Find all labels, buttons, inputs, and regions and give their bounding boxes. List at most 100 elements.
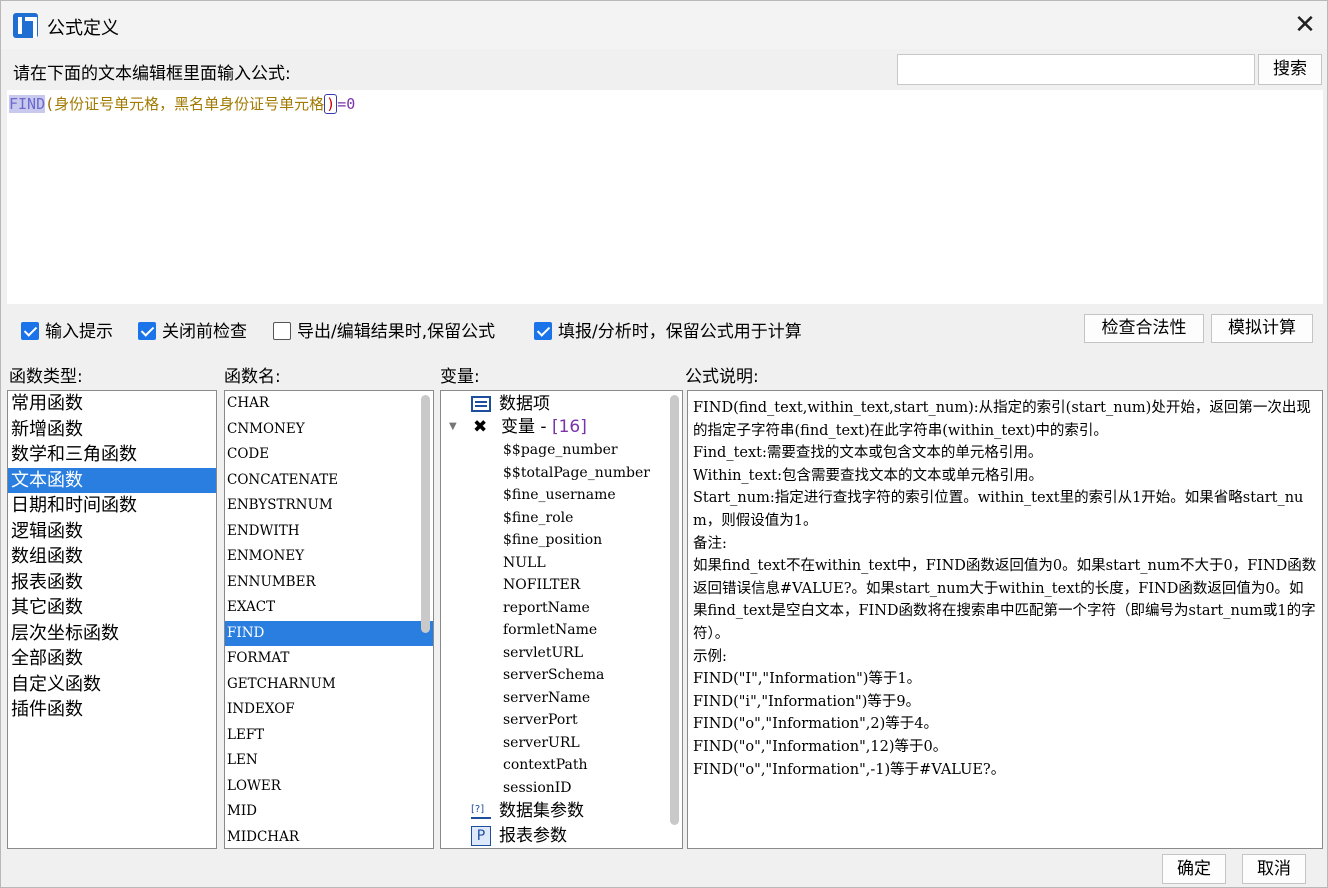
variable-leaf[interactable]: serverName <box>503 687 590 709</box>
function-item[interactable]: CHAR <box>225 391 433 417</box>
function-item[interactable]: ENDWITH <box>225 519 433 545</box>
function-item[interactable]: LEFT <box>225 723 433 749</box>
category-item[interactable]: 全部函数 <box>8 646 216 672</box>
category-item[interactable]: 新增函数 <box>8 417 216 443</box>
variable-leaf[interactable]: $$page_number <box>503 439 618 461</box>
cancel-button[interactable]: 取消 <box>1242 854 1306 884</box>
tree-node-variables[interactable]: ▼ ✖ 变量 - [16] <box>441 416 641 438</box>
variable-leaf[interactable]: serverURL <box>503 732 580 754</box>
function-item[interactable]: CONCATENATE <box>225 468 433 494</box>
description-line: Start_num:指定进行查找字符的索引位置。within_text里的索引从… <box>693 490 1304 529</box>
description-line: 示例: <box>693 648 727 665</box>
function-item[interactable]: LEN <box>225 748 433 774</box>
formula-function-token: FIND <box>9 95 46 113</box>
function-item[interactable]: EXACT <box>225 595 433 621</box>
search-button[interactable]: 搜索 <box>1258 54 1322 85</box>
close-icon[interactable]: ✕ <box>1289 9 1321 41</box>
variable-leaf[interactable]: formletName <box>503 619 597 641</box>
formula-editor[interactable]: FIND(身份证号单元格，黑名单身份证号单元格) =0 <box>7 90 1323 304</box>
check-validity-button[interactable]: 检查合法性 <box>1084 314 1204 343</box>
category-list[interactable]: 常用函数 新增函数 数学和三角函数 文本函数 日期和时间函数 逻辑函数 数组函数 报表函数 其它… <box>7 390 217 849</box>
variable-leaf[interactable]: $$totalPage_number <box>503 462 650 484</box>
category-item[interactable]: 自定义函数 <box>8 672 216 698</box>
variable-count: [16] <box>551 417 587 437</box>
function-item[interactable]: MID <box>225 799 433 825</box>
function-item[interactable]: ENNUMBER <box>225 570 433 596</box>
checkbox-icon[interactable] <box>21 322 39 340</box>
formula-line: FIND(身份证号单元格，黑名单身份证号单元格) =0 <box>9 93 355 114</box>
variable-leaf[interactable]: NULL <box>503 552 546 574</box>
option-check-before-close[interactable]: 关闭前检查 <box>138 317 247 342</box>
checkbox-icon[interactable] <box>138 322 156 340</box>
category-item[interactable]: 插件函数 <box>8 697 216 723</box>
variable-tree-scrollbar[interactable] <box>670 395 679 825</box>
ok-button[interactable]: 确定 <box>1162 854 1226 884</box>
option-label: 输入提示 <box>45 322 113 342</box>
variable-leaf[interactable]: serverPort <box>503 709 578 731</box>
title-bar: 公式定义 ✕ <box>1 1 1327 49</box>
tree-node-dataset-params[interactable]: [?] 数据集参数 <box>471 800 584 822</box>
category-item[interactable]: 逻辑函数 <box>8 519 216 545</box>
simulate-button[interactable]: 模拟计算 <box>1211 314 1313 343</box>
function-item[interactable]: MIDCHAR <box>225 825 433 849</box>
category-item[interactable]: 日期和时间函数 <box>8 493 216 519</box>
category-item[interactable]: 数组函数 <box>8 544 216 570</box>
formula-comparison: =0 <box>337 95 356 113</box>
description-line: FIND("o","Information",-1)等于#VALUE?。 <box>693 761 1006 778</box>
collapse-arrow-icon[interactable]: ▼ <box>449 416 457 438</box>
function-label: 函数名: <box>224 367 281 387</box>
option-label: 填报/分析时，保留公式用于计算 <box>558 322 802 342</box>
function-item[interactable]: ENBYSTRNUM <box>225 493 433 519</box>
function-item[interactable]: CODE <box>225 442 433 468</box>
tree-node-label: 数据项 <box>499 394 550 414</box>
search-input[interactable] <box>897 54 1255 85</box>
formula-arguments: 身份证号单元格，黑名单身份证号单元格 <box>54 95 325 113</box>
checkbox-icon[interactable] <box>273 322 291 340</box>
function-item[interactable]: LOWER <box>225 774 433 800</box>
tree-node-label: 变量 - [16] <box>501 417 587 437</box>
function-item[interactable]: GETCHARNUM <box>225 672 433 698</box>
category-item[interactable]: 数学和三角函数 <box>8 442 216 468</box>
dialog-title: 公式定义 <box>47 18 119 39</box>
category-item[interactable]: 文本函数 <box>8 467 216 493</box>
variable-leaf[interactable]: $fine_position <box>503 529 602 551</box>
description-label: 公式说明: <box>685 367 759 387</box>
category-item[interactable]: 层次坐标函数 <box>8 621 216 647</box>
function-item[interactable]: CNMONEY <box>225 417 433 443</box>
variable-leaf[interactable]: $fine_username <box>503 484 616 506</box>
description-line: FIND(find_text,within_text,start_num):从指… <box>693 400 1311 439</box>
variable-leaf[interactable]: NOFILTER <box>503 574 580 596</box>
formula-open-paren: ( <box>45 95 55 113</box>
tree-node-label: 报表参数 <box>499 826 567 846</box>
app-logo-icon <box>13 13 38 38</box>
function-list-scrollbar[interactable] <box>421 395 430 633</box>
function-item[interactable]: FIND <box>225 620 433 646</box>
variable-leaf[interactable]: contextPath <box>503 754 588 776</box>
formula-close-paren: ) <box>324 94 338 114</box>
description-line: Within_text:包含需要查找文本的文本或单元格引用。 <box>693 467 1043 484</box>
function-item[interactable]: ENMONEY <box>225 544 433 570</box>
variable-leaf[interactable]: $fine_role <box>503 507 573 529</box>
category-item[interactable]: 常用函数 <box>8 391 216 417</box>
option-keep-formula-export[interactable]: 导出/编辑结果时,保留公式 <box>273 317 495 342</box>
variable-leaf[interactable]: servletURL <box>503 642 583 664</box>
variable-leaf[interactable]: sessionID <box>503 777 572 799</box>
variable-leaf[interactable]: serverSchema <box>503 664 604 686</box>
description-line: Find_text:需要查找的文本或包含文本的单元格引用。 <box>693 445 1043 462</box>
category-label: 函数类型: <box>9 367 83 387</box>
function-item[interactable]: FORMAT <box>225 646 433 672</box>
function-list[interactable]: CHAR CNMONEY CODE CONCATENATE ENBYSTRNUM ENDW… <box>224 390 434 849</box>
tree-node-data-items[interactable]: 数据项 <box>471 393 550 415</box>
description-line: FIND("o","Information",2)等于4。 <box>693 716 939 733</box>
option-input-hint[interactable]: 输入提示 <box>21 317 113 342</box>
variable-label: 变量: <box>440 367 480 387</box>
tree-node-report-params[interactable]: P 报表参数 <box>471 825 567 847</box>
variable-leaf[interactable]: reportName <box>503 597 590 619</box>
category-item[interactable]: 其它函数 <box>8 595 216 621</box>
function-item[interactable]: INDEXOF <box>225 697 433 723</box>
category-item[interactable]: 报表函数 <box>8 570 216 596</box>
checkbox-icon[interactable] <box>534 322 552 340</box>
description-line: 备注: <box>693 535 727 552</box>
variable-tree[interactable]: 数据项 ▼ ✖ 变量 - [16] $$page_number $$totalPage… <box>440 390 683 849</box>
option-keep-formula-fill[interactable]: 填报/分析时，保留公式用于计算 <box>534 317 802 342</box>
